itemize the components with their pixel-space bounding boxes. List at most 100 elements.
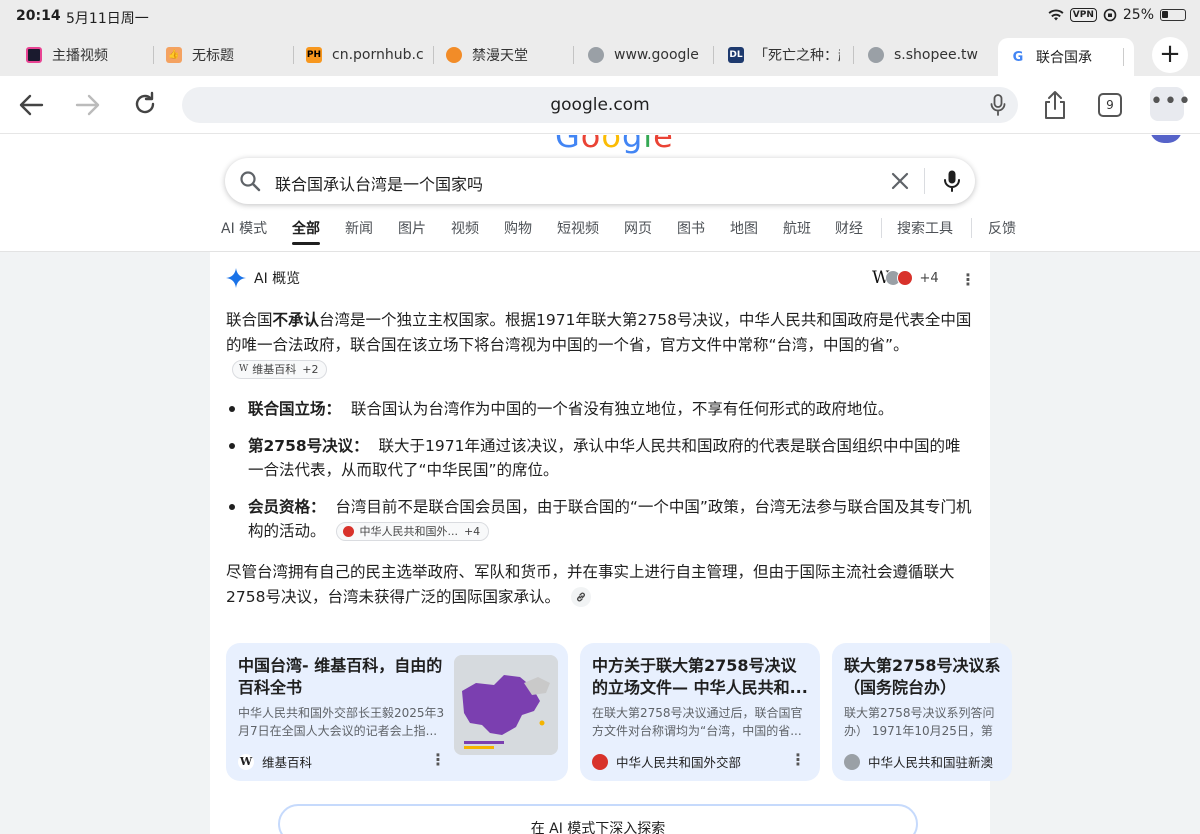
explore-ai-mode-button[interactable]: 在 AI 模式下深入探索 xyxy=(278,804,918,834)
vpn-badge: VPN xyxy=(1069,8,1097,22)
tab-shopping[interactable]: 购物 xyxy=(504,218,532,238)
tab-news[interactable]: 新闻 xyxy=(345,218,373,238)
tab-search-tools[interactable]: 搜索工具 xyxy=(897,218,953,238)
sparkle-icon xyxy=(226,268,246,288)
tab-item[interactable]: 主播视频 xyxy=(26,38,146,72)
more-options-icon[interactable]: ⋮ xyxy=(790,752,806,768)
card-title: 中国台湾- 维基百科，自由的百科全书 xyxy=(238,656,443,697)
source-card[interactable]: 中方关于联大第2758号决议的立场文件— 中华人民共和... 在联大第2758号… xyxy=(580,643,820,781)
tab-images[interactable]: 图片 xyxy=(398,218,426,238)
orientation-lock-icon xyxy=(1103,8,1117,22)
thumbs-up-icon: 👍 xyxy=(166,47,182,63)
tab-favicon-icon: DL xyxy=(728,47,744,63)
tab-feedback[interactable]: 反馈 xyxy=(988,218,1016,238)
list-item: 联合国立场： 联合国认为台湾作为中国的一个省没有独立地位，不享有任何形式的政府地… xyxy=(226,397,974,422)
globe-icon xyxy=(588,47,604,63)
tab-switcher-button[interactable]: 9 xyxy=(1098,93,1122,117)
card-source: W 维基百科 xyxy=(238,753,313,770)
mic-icon[interactable] xyxy=(990,93,1006,117)
search-box[interactable]: 联合国承认台湾是一个国家吗 xyxy=(225,158,975,204)
ai-overview-label: AI 概览 xyxy=(254,271,301,287)
card-snippet: 在联大第2758号决议通过后，联合国官方文件对台称谓均为“台湾，中国的省... xyxy=(592,706,803,738)
china-map-thumbnail xyxy=(454,655,558,755)
globe-icon xyxy=(844,753,860,770)
tab-favicon-icon xyxy=(26,47,42,63)
more-options-icon[interactable]: ⋮ xyxy=(960,272,976,288)
more-options-icon[interactable]: ⋮ xyxy=(430,752,446,768)
tab-item[interactable]: 👍 无标题 xyxy=(166,38,286,72)
tab-finance[interactable]: 财经 xyxy=(835,218,863,238)
new-tab-button[interactable]: + xyxy=(1152,37,1188,73)
tab-short-videos[interactable]: 短视频 xyxy=(557,218,599,238)
ai-overview-panel: AI 概览 W +4 ⋮ 联合国不承认台湾是一个独立主权国家。根据1971年联大… xyxy=(210,252,1012,834)
tab-videos[interactable]: 视频 xyxy=(451,218,479,238)
tab-all[interactable]: 全部 xyxy=(292,218,320,245)
source-card[interactable]: 中国台湾- 维基百科，自由的百科全书 中华人民共和国外交部长王毅2025年3月7… xyxy=(226,643,568,781)
tab-item[interactable]: DL 「死亡之种：起 xyxy=(728,38,840,72)
url-text: google.com xyxy=(550,95,650,115)
back-icon[interactable] xyxy=(18,93,44,117)
card-source: 中华人民共和国驻新澳 xyxy=(844,752,993,771)
card-title: 联大第2758号决议系（国务院台办） xyxy=(844,656,1001,697)
tab-favicon-icon xyxy=(446,47,462,63)
source-card[interactable]: 联大第2758号决议系（国务院台办） 联大第2758号决议系列答问办） 1971… xyxy=(832,643,1012,781)
source-icons[interactable]: W +4 xyxy=(872,268,939,288)
google-favicon-icon: G xyxy=(1010,49,1026,65)
search-icon xyxy=(240,171,261,192)
tab-item[interactable]: s.shopee.tw xyxy=(868,38,980,72)
link-icon[interactable] xyxy=(570,587,591,607)
search-input[interactable]: 联合国承认台湾是一个国家吗 xyxy=(275,171,483,195)
status-date: 5月11日周一 xyxy=(66,11,149,27)
reload-icon[interactable] xyxy=(132,91,158,117)
list-item: 会员资格： 台湾目前不是联合国会员国，由于联合国的“一个中国”政策，台湾无法参与… xyxy=(226,495,974,544)
ai-overview-bullets: 联合国立场： 联合国认为台湾作为中国的一个省没有独立地位，不享有任何形式的政府地… xyxy=(226,397,974,556)
voice-search-icon[interactable] xyxy=(943,169,961,193)
card-title: 中方关于联大第2758号决议的立场文件— 中华人民共和... xyxy=(592,656,808,697)
ai-overview-intro: 联合国不承认台湾是一个独立主权国家。根据1971年联大第2758号决议，中华人民… xyxy=(226,308,974,382)
wifi-icon xyxy=(1048,9,1064,21)
wikipedia-icon: W xyxy=(238,753,254,770)
tab-item[interactable]: 禁漫天堂 xyxy=(446,38,566,72)
clear-icon[interactable] xyxy=(889,170,911,192)
tab-ai-mode[interactable]: AI 模式 xyxy=(221,218,267,238)
tab-maps[interactable]: 地图 xyxy=(730,218,758,238)
tab-item-active[interactable]: G 联合国承 xyxy=(998,38,1134,76)
card-snippet: 中华人民共和国外交部长王毅2025年3月7日在全国人大会议的记者会上指... xyxy=(238,706,445,738)
card-source: 中华人民共和国外交部 xyxy=(592,752,741,771)
emblem-icon xyxy=(592,753,608,770)
citation-chip[interactable]: 中华人民共和国外... +4 xyxy=(336,522,490,541)
browser-toolbar: google.com 9 ••• xyxy=(0,76,1200,134)
tab-title: 禁漫天堂 xyxy=(472,48,528,64)
tab-item[interactable]: PH cn.pornhub.c xyxy=(306,38,424,72)
share-icon[interactable] xyxy=(1042,90,1068,120)
google-logo: Google xyxy=(555,135,674,155)
status-time: 20:14 xyxy=(16,8,61,24)
address-bar[interactable]: google.com xyxy=(182,87,1018,123)
more-menu-button[interactable]: ••• xyxy=(1150,87,1191,121)
battery-percent: 25% xyxy=(1122,7,1154,23)
tab-title: 无标题 xyxy=(192,48,234,64)
avatar[interactable] xyxy=(1150,135,1182,143)
ai-overview-closing: 尽管台湾拥有自己的民主选举政府、军队和货币，并在事实上进行自主管理，但由于国际主… xyxy=(226,563,955,607)
citation-chip[interactable]: W 维基百科 +2 xyxy=(232,360,328,379)
tab-title: 联合国承 xyxy=(1036,50,1092,66)
tab-item[interactable]: www.google xyxy=(588,38,700,72)
tab-books[interactable]: 图书 xyxy=(677,218,705,238)
wikipedia-icon: W xyxy=(239,364,249,374)
emblem-icon xyxy=(897,270,914,286)
tab-title: cn.pornhub.c xyxy=(332,47,424,63)
tab-title: 「死亡之种：起 xyxy=(754,48,840,64)
tab-flights[interactable]: 航班 xyxy=(783,218,811,238)
tab-bar: 主播视频 👍 无标题 PH cn.pornhub.c 禁漫天堂 www.goog… xyxy=(0,34,1200,76)
google-results-page: Google 联合国承认台湾是一个国家吗 AI 模式 全部 新闻 图片 视频 购… xyxy=(0,135,1200,834)
status-bar: 20:14 5月11日周一 VPN 25% xyxy=(0,0,1200,34)
forward-icon[interactable] xyxy=(75,93,101,117)
card-snippet: 联大第2758号决议系列答问办） 1971年10月25日，第 xyxy=(844,706,995,738)
list-item: 第2758号决议： 联大于1971年通过该决议，承认中华人民共和国政府的代表是联… xyxy=(226,434,974,483)
globe-icon xyxy=(868,47,884,63)
tab-web[interactable]: 网页 xyxy=(624,218,652,238)
battery-icon xyxy=(1160,9,1186,21)
ai-overview-header: AI 概览 xyxy=(226,268,300,288)
tab-title: www.google xyxy=(614,47,699,63)
tab-favicon-icon: PH xyxy=(306,47,322,63)
